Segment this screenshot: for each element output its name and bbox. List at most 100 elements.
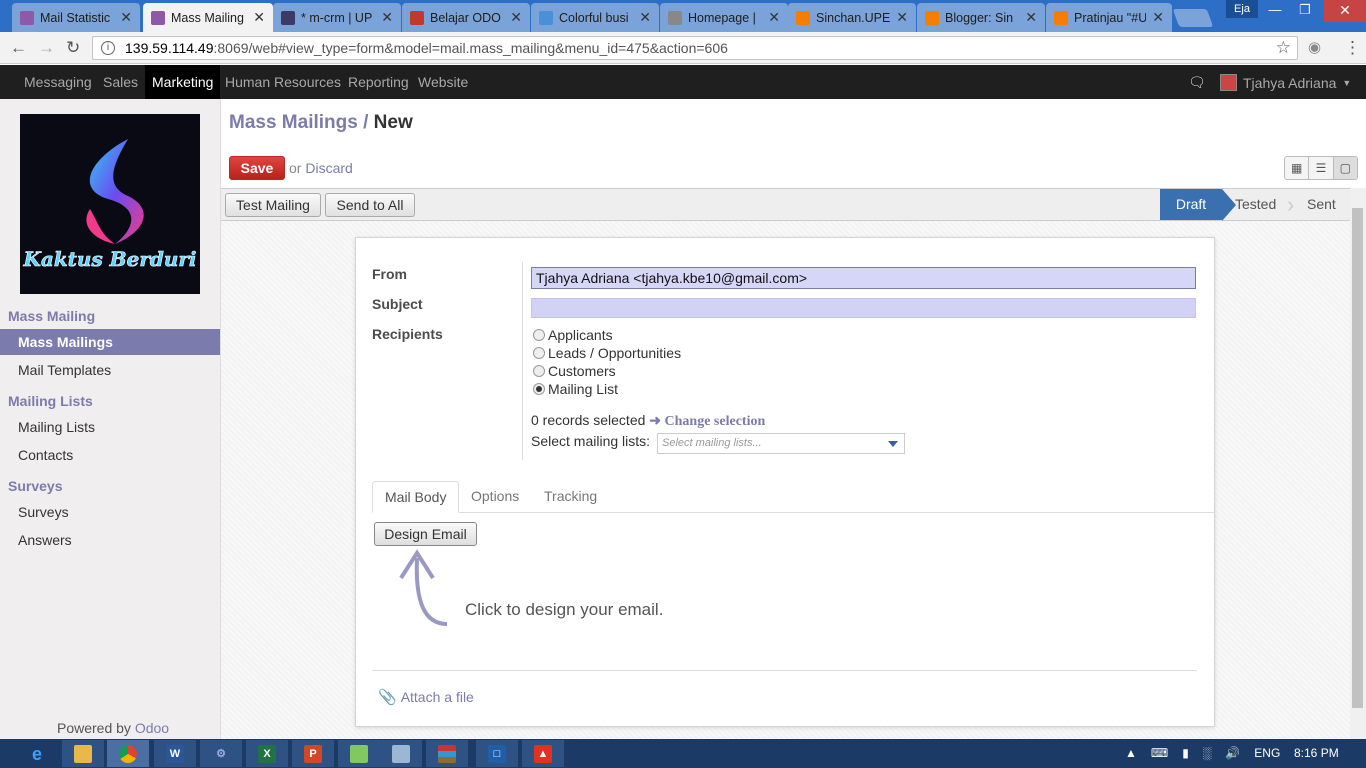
scrollbar-thumb[interactable] — [1352, 208, 1363, 708]
close-window-icon[interactable]: ✕ — [1324, 0, 1366, 22]
chrome-icon[interactable] — [107, 740, 149, 767]
browser-tab[interactable]: Mass Mailing ✕ — [143, 3, 273, 32]
clock[interactable]: 8:16 PM — [1294, 746, 1339, 760]
signal-icon[interactable]: ░ — [1203, 746, 1212, 760]
design-email-button[interactable]: Design Email — [374, 522, 477, 546]
restore-icon[interactable]: ❐ — [1290, 2, 1320, 18]
bookmark-star-icon[interactable]: ☆ — [1276, 38, 1291, 58]
powerpoint-icon[interactable]: P — [292, 740, 334, 767]
radio-button[interactable] — [533, 347, 545, 359]
word-icon[interactable]: W — [154, 740, 196, 767]
chat-icon[interactable]: 🗨 — [1188, 74, 1206, 91]
minimize-icon[interactable]: — — [1260, 2, 1290, 17]
stage-draft[interactable]: Draft — [1160, 189, 1236, 221]
tab-close-icon[interactable]: ✕ — [120, 9, 132, 26]
breadcrumb-parent[interactable]: Mass Mailings — [229, 112, 358, 133]
language-indicator[interactable]: ENG — [1254, 746, 1280, 760]
tab-close-icon[interactable]: ✕ — [639, 9, 651, 26]
list-view-icon[interactable]: ☰ — [1309, 157, 1334, 179]
browser-tab[interactable]: * m-crm | UP ✕ — [273, 3, 401, 32]
recipient-option[interactable]: Customers — [533, 363, 616, 379]
change-selection-link[interactable]: ➜ Change selection — [649, 414, 765, 429]
stage-sent[interactable]: Sent — [1307, 189, 1336, 220]
mailing-lists-select[interactable]: Select mailing lists... — [657, 433, 905, 454]
battery-icon[interactable]: ▮ — [1182, 746, 1189, 760]
menu-icon[interactable]: ⋮ — [1344, 38, 1361, 58]
keyboard-icon[interactable]: ⌨ — [1151, 746, 1168, 760]
forward-icon[interactable]: → — [38, 38, 55, 58]
or-text: or — [289, 160, 302, 176]
tab-close-icon[interactable]: ✕ — [1025, 9, 1037, 26]
explorer-icon[interactable] — [62, 740, 104, 767]
volume-icon[interactable]: 🔊 — [1225, 746, 1240, 760]
excel-icon[interactable]: X — [246, 740, 288, 767]
tab-close-icon[interactable]: ✕ — [768, 9, 780, 26]
sidebar-item-mass-mailings[interactable]: Mass Mailings — [0, 329, 220, 355]
send-to-all-button[interactable]: Send to All — [325, 193, 415, 217]
tray-expand-icon[interactable]: ▲ — [1125, 746, 1137, 760]
discard-link[interactable]: Discard — [305, 160, 352, 176]
info-icon[interactable]: i — [101, 41, 115, 55]
recipient-option[interactable]: Mailing List — [533, 381, 618, 397]
tab-close-icon[interactable]: ✕ — [896, 9, 908, 26]
user-menu[interactable]: Tjahya Adriana ▼ — [1220, 74, 1351, 91]
sidebar-item-surveys[interactable]: Surveys — [0, 499, 220, 525]
reload-icon[interactable]: ↻ — [66, 38, 80, 58]
tab-close-icon[interactable]: ✕ — [1152, 9, 1164, 26]
browser-tab[interactable]: Colorful busi ✕ — [531, 3, 659, 32]
menu-item-reporting[interactable]: Reporting — [341, 65, 416, 99]
chat-app-icon[interactable] — [338, 740, 380, 767]
new-tab-button[interactable] — [1172, 9, 1214, 27]
tab-close-icon[interactable]: ✕ — [253, 9, 265, 26]
recipient-option[interactable]: Applicants — [533, 327, 613, 343]
form-view-icon[interactable]: ▢ — [1333, 157, 1357, 179]
tab-tracking[interactable]: Tracking — [532, 481, 609, 513]
radio-button[interactable] — [533, 365, 545, 377]
tab-close-icon[interactable]: ✕ — [510, 9, 522, 26]
browser-tab[interactable]: Pratinjau "#U ✕ — [1046, 3, 1172, 32]
app-icon[interactable]: □ — [476, 740, 518, 767]
recipient-option[interactable]: Leads / Opportunities — [533, 345, 681, 361]
menu-item-messaging[interactable]: Messaging — [17, 65, 99, 99]
radio-button[interactable] — [533, 383, 545, 395]
menu-item-website[interactable]: Website — [411, 65, 475, 99]
browser-tab[interactable]: Belajar ODO ✕ — [402, 3, 530, 32]
test-mailing-button[interactable]: Test Mailing — [225, 193, 321, 217]
extension-icon[interactable]: ◉ — [1308, 38, 1321, 56]
company-logo[interactable]: Kaktus Berduri — [20, 114, 200, 294]
browser-tab[interactable]: Homepage | ✕ — [660, 3, 788, 32]
from-field[interactable]: Tjahya Adriana <tjahya.kbe10@gmail.com> — [531, 267, 1196, 289]
pdf-icon[interactable]: ▲ — [522, 740, 564, 767]
sidebar-item-contacts[interactable]: Contacts — [0, 442, 220, 468]
browser-tab[interactable]: Sinchan.UPE ✕ — [788, 3, 916, 32]
sidebar-item-answers[interactable]: Answers — [0, 527, 220, 553]
sidebar-item-mailing-lists[interactable]: Mailing Lists — [0, 414, 220, 440]
attach-file-link[interactable]: 📎 Attach a file — [378, 688, 474, 706]
menu-item-marketing[interactable]: Marketing — [145, 65, 221, 99]
browser-tab[interactable]: Mail Statistic ✕ — [12, 3, 140, 32]
tab-options[interactable]: Options — [459, 481, 531, 513]
menu-item-sales[interactable]: Sales — [96, 65, 145, 99]
odoo-icon — [20, 10, 34, 25]
scrollbar[interactable] — [1350, 188, 1366, 739]
tool-icon[interactable]: ⚙ — [200, 740, 242, 767]
address-bar[interactable]: i 139.59.114.49:8069/web#view_type=form&… — [92, 36, 1298, 60]
browser-tab[interactable]: Blogger: Sin ✕ — [917, 3, 1045, 32]
kanban-view-icon[interactable]: ▦ — [1285, 157, 1310, 179]
profile-chip[interactable]: Eja — [1226, 0, 1258, 18]
tab-close-icon[interactable]: ✕ — [381, 9, 393, 26]
tab-mail-body[interactable]: Mail Body — [372, 481, 460, 513]
subject-field[interactable] — [531, 298, 1196, 318]
blogger-icon — [1054, 10, 1068, 25]
back-icon[interactable]: ← — [10, 38, 27, 58]
winrar-icon[interactable] — [426, 740, 468, 767]
odoo-link[interactable]: Odoo — [135, 720, 169, 736]
menu-item-human-resources[interactable]: Human Resources — [218, 65, 348, 99]
ie-icon[interactable]: e — [16, 740, 58, 767]
stage-tested[interactable]: Tested — [1235, 189, 1276, 220]
records-selected: 0 records selected ➜ Change selection — [531, 412, 765, 430]
window-icon[interactable] — [380, 740, 422, 767]
sidebar-item-mail-templates[interactable]: Mail Templates — [0, 357, 220, 383]
save-button[interactable]: Save — [229, 156, 285, 180]
radio-button[interactable] — [533, 329, 545, 341]
